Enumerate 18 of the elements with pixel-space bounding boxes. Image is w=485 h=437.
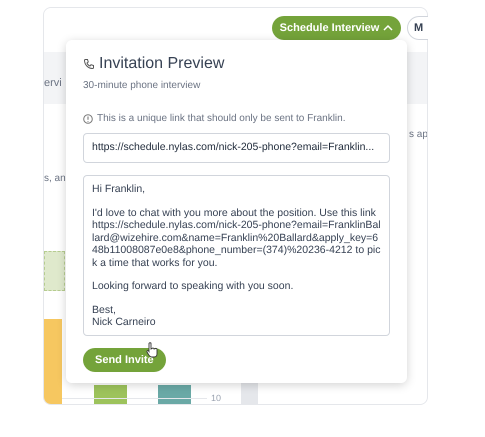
dashed-bar	[44, 251, 65, 291]
message-paragraph: I'd love to chat with you more about the position. Use this link https://schedule.nylas.com/nick-205-phone?email=FranklinBallard@wizehire.com&name=Franklin%20Ballard&apply_key=648b11008087e0e8&phone_number=(374)%20236-4212 to pick a time that works for you.	[92, 206, 381, 269]
popup-title: Invitation Preview	[99, 56, 224, 72]
link-field[interactable]: https://schedule.nylas.com/nick-205-phone?email=Franklin...	[83, 133, 390, 163]
notice-text: This is a unique link that should only be sent to Franklin.	[97, 112, 346, 126]
popup-subtitle: 30-minute phone interview	[83, 79, 202, 93]
axis-tick: 10	[211, 394, 222, 403]
message-paragraph: Hi Franklin,	[92, 183, 146, 196]
chevron-icon	[383, 24, 394, 32]
message-paragraph: Looking forward to speaking with you soon.	[92, 280, 294, 292]
chart-bar	[158, 385, 191, 404]
message-paragraph: Best, Nick Carneiro	[92, 304, 157, 328]
chart-bar	[94, 385, 127, 404]
phone-icon	[83, 58, 95, 70]
info-icon	[83, 114, 93, 124]
message-box[interactable]	[83, 175, 390, 336]
column-header: ervi	[44, 78, 62, 89]
row-text: s, an	[44, 174, 66, 184]
